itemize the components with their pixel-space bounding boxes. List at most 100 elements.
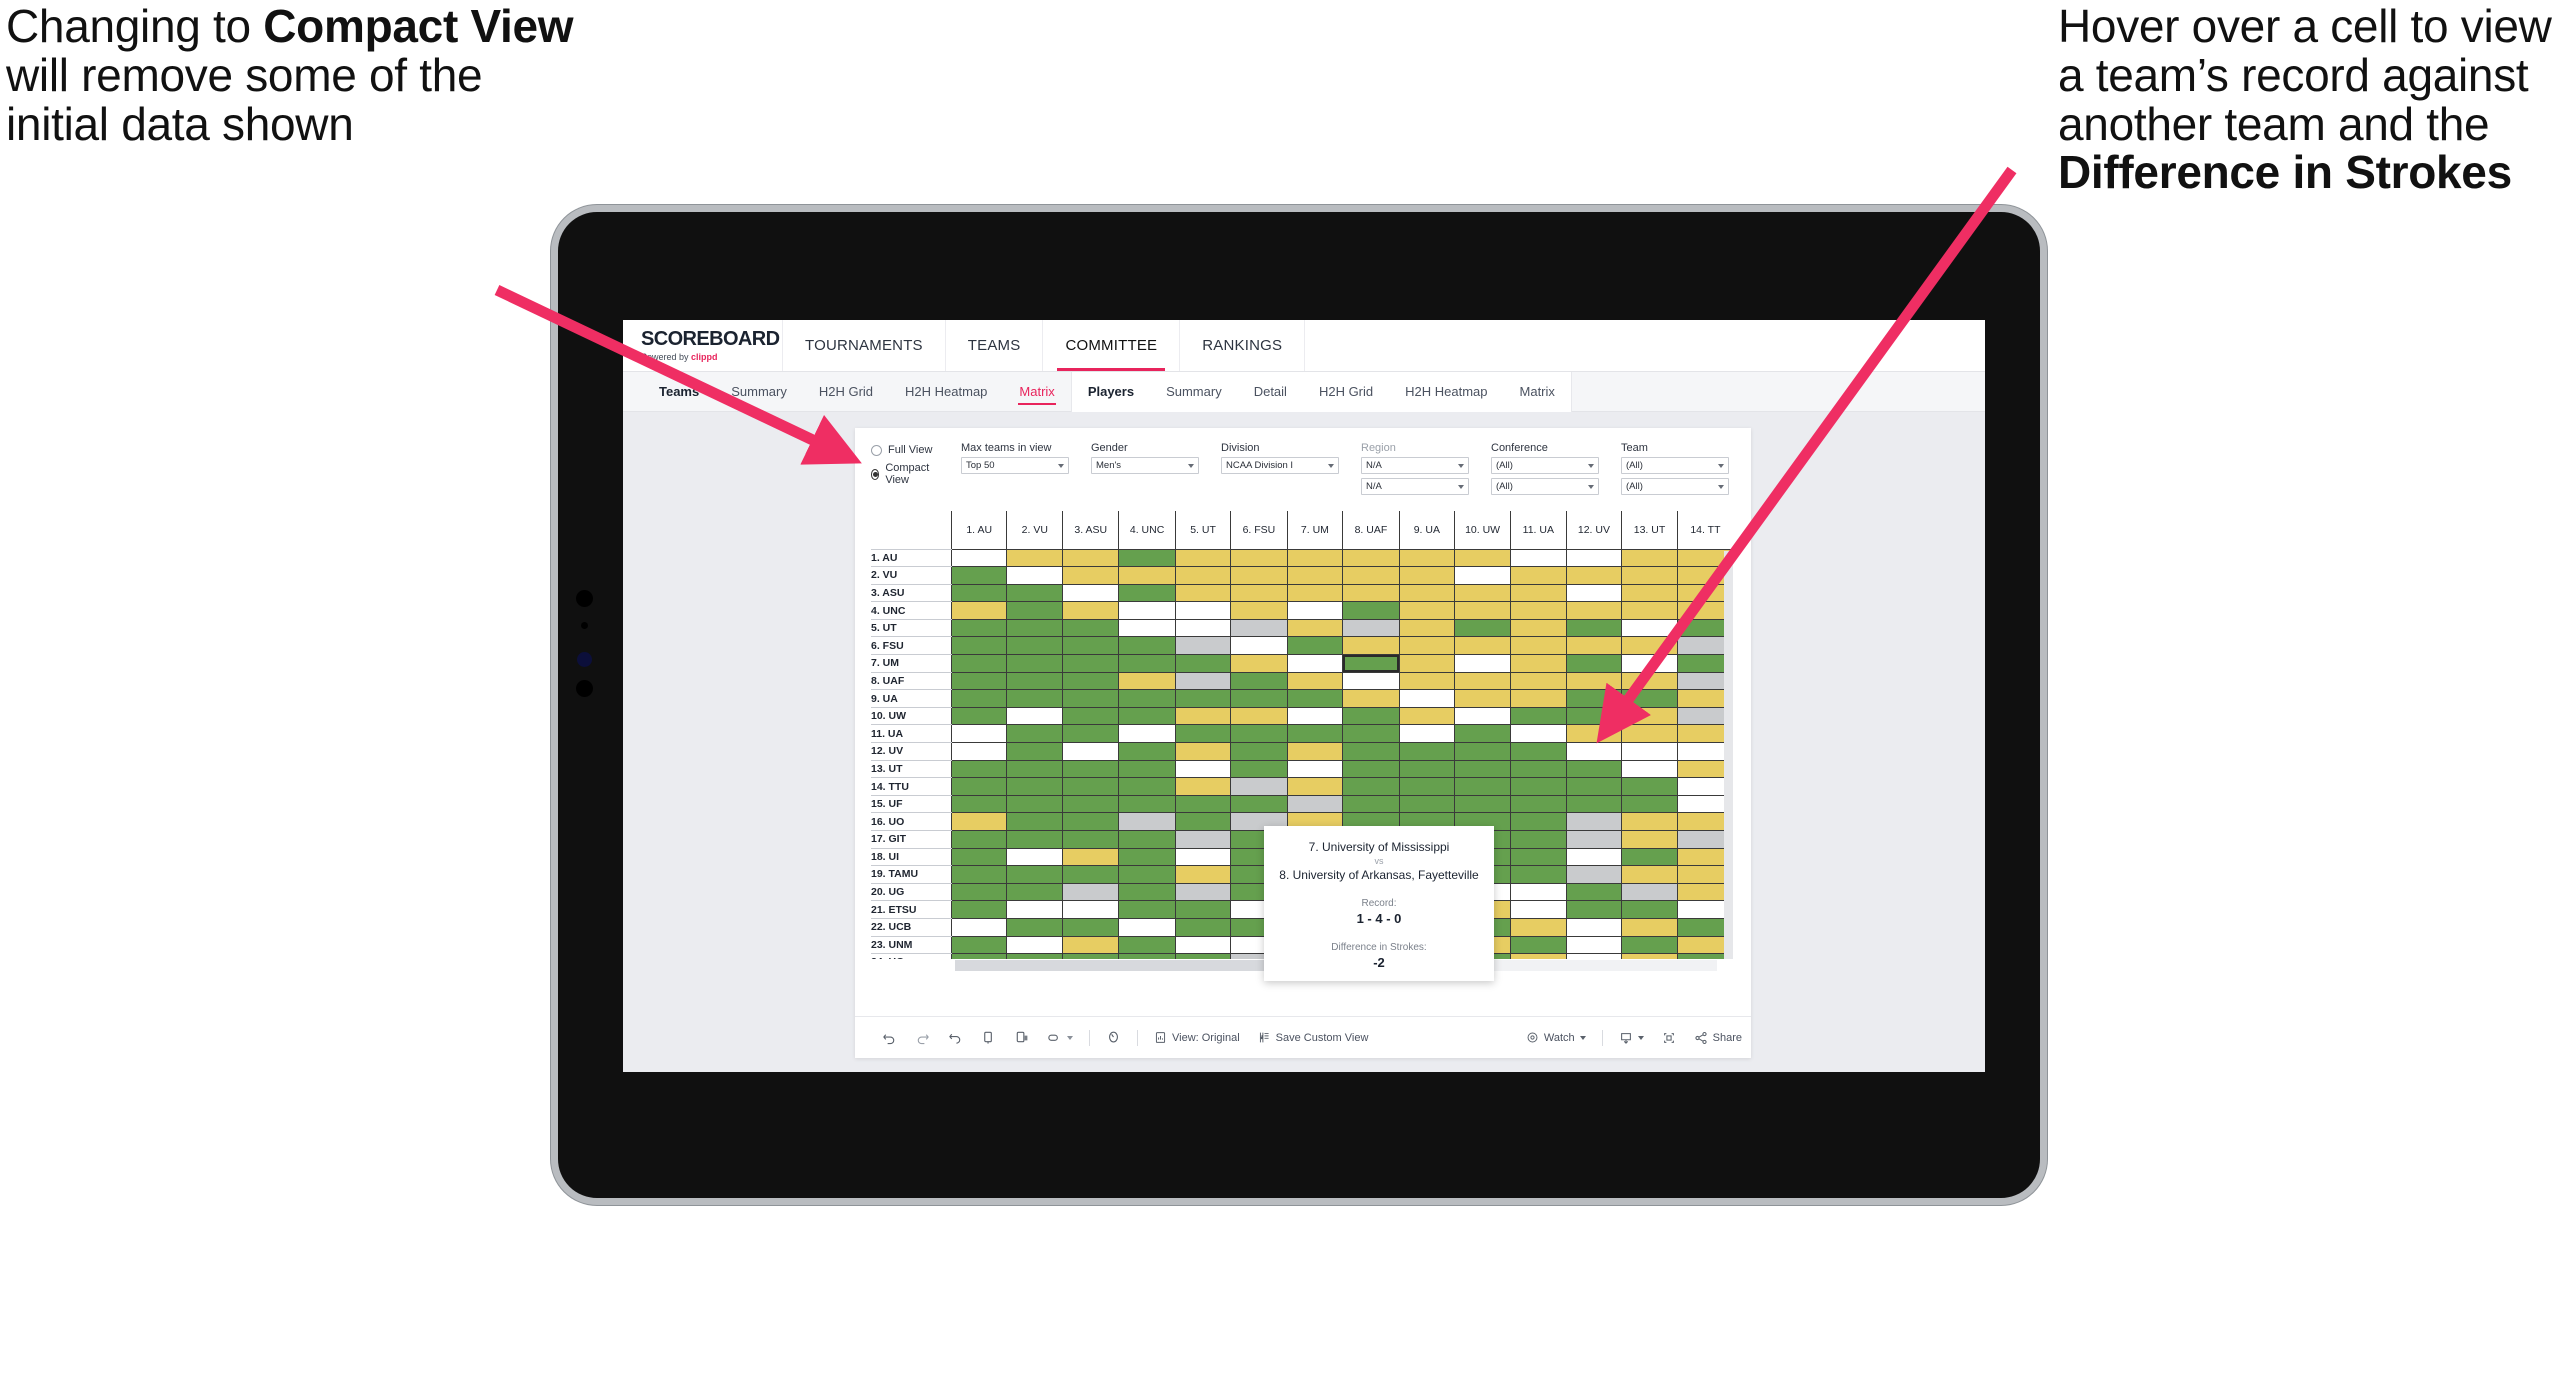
matrix-cell-r17-c12[interactable] <box>1565 830 1622 849</box>
matrix-cell-r19-c11[interactable] <box>1510 865 1567 884</box>
matrix-cell-r24-c12[interactable] <box>1565 953 1622 959</box>
matrix-cell-r2-c3[interactable] <box>1062 566 1119 585</box>
refresh-icon[interactable] <box>972 1030 1005 1045</box>
matrix-row-header-21[interactable]: 21. ETSU <box>871 900 952 919</box>
matrix-cell-r3-c2[interactable] <box>1006 583 1063 602</box>
matrix-cell-r3-c6[interactable] <box>1230 583 1288 602</box>
matrix-cell-r14-c3[interactable] <box>1062 777 1119 796</box>
matrix-cell-r1-c4[interactable] <box>1118 548 1176 567</box>
matrix-cell-r12-c9[interactable] <box>1398 742 1455 761</box>
topnav-item-teams[interactable]: TEAMS <box>946 320 1044 371</box>
matrix-cell-r21-c13[interactable] <box>1621 900 1678 919</box>
matrix-cell-r21-c5[interactable] <box>1174 900 1231 919</box>
filter-region-select-2[interactable]: N/A <box>1361 478 1469 495</box>
matrix-cell-r23-c1[interactable] <box>950 935 1007 954</box>
matrix-cell-r9-c9[interactable] <box>1398 689 1455 708</box>
matrix-cell-r13-c5[interactable] <box>1174 759 1231 778</box>
matrix-cell-r4-c1[interactable] <box>950 601 1007 620</box>
matrix-cell-r11-c6[interactable] <box>1230 724 1288 743</box>
matrix-row-header-1[interactable]: 1. AU <box>871 549 952 568</box>
matrix-cell-r2-c10[interactable] <box>1454 566 1511 585</box>
matrix-cell-r2-c2[interactable] <box>1006 566 1063 585</box>
matrix-cell-r12-c8[interactable] <box>1342 742 1400 761</box>
matrix-cell-r7-c9[interactable] <box>1398 654 1455 673</box>
matrix-cell-r5-c13[interactable] <box>1621 618 1678 637</box>
matrix-cell-r3-c3[interactable] <box>1062 583 1119 602</box>
matrix-cell-r22-c5[interactable] <box>1174 917 1231 937</box>
matrix-col-header-7[interactable]: 7. UM <box>1286 511 1343 549</box>
share-button[interactable]: Share <box>1685 1031 1751 1045</box>
matrix-row-header-9[interactable]: 9. UA <box>871 689 952 708</box>
matrix-cell-r23-c5[interactable] <box>1174 935 1231 954</box>
matrix-cell-r2-c9[interactable] <box>1398 566 1455 585</box>
matrix-cell-r8-c1[interactable] <box>950 671 1007 690</box>
matrix-cell-r12-c6[interactable] <box>1230 742 1288 761</box>
matrix-cell-r17-c13[interactable] <box>1621 830 1678 849</box>
matrix-cell-r14-c8[interactable] <box>1342 777 1400 796</box>
matrix-cell-r11-c4[interactable] <box>1118 724 1176 743</box>
matrix-cell-r14-c9[interactable] <box>1398 777 1455 796</box>
matrix-col-header-6[interactable]: 6. FSU <box>1230 511 1288 549</box>
matrix-row-header-16[interactable]: 16. UO <box>871 812 952 831</box>
matrix-cell-r4-c3[interactable] <box>1062 601 1119 620</box>
matrix-cell-r6-c9[interactable] <box>1398 636 1455 655</box>
matrix-cell-r18-c5[interactable] <box>1174 847 1231 866</box>
matrix-cell-r13-c11[interactable] <box>1510 759 1567 778</box>
matrix-cell-r10-c10[interactable] <box>1454 706 1511 725</box>
subnav-item-players-summary[interactable]: Summary <box>1150 372 1238 412</box>
matrix-cell-r11-c3[interactable] <box>1062 724 1119 743</box>
matrix-cell-r11-c13[interactable] <box>1621 724 1678 743</box>
filter-max-teams-select[interactable]: Top 50 <box>961 457 1069 474</box>
matrix-cell-r16-c12[interactable] <box>1565 812 1622 831</box>
subnav-item-teams-h2h-heatmap[interactable]: H2H Heatmap <box>889 372 1003 412</box>
matrix-cell-r2-c7[interactable] <box>1286 566 1343 585</box>
matrix-cell-r14-c7[interactable] <box>1286 777 1343 796</box>
matrix-cell-r7-c2[interactable] <box>1006 654 1063 673</box>
matrix-cell-r2-c13[interactable] <box>1621 566 1678 585</box>
matrix-cell-r4-c9[interactable] <box>1398 601 1455 620</box>
revert-icon[interactable] <box>939 1030 972 1045</box>
matrix-cell-r4-c10[interactable] <box>1454 601 1511 620</box>
undo-icon[interactable] <box>873 1030 906 1045</box>
matrix-cell-r3-c10[interactable] <box>1454 583 1511 602</box>
matrix-cell-r13-c1[interactable] <box>950 759 1007 778</box>
matrix-cell-r15-c13[interactable] <box>1621 794 1678 813</box>
matrix-cell-r4-c13[interactable] <box>1621 601 1678 620</box>
matrix-cell-r12-c12[interactable] <box>1565 742 1622 761</box>
matrix-cell-r20-c12[interactable] <box>1565 882 1622 901</box>
matrix-cell-r17-c5[interactable] <box>1174 830 1231 849</box>
matrix-cell-r24-c1[interactable] <box>950 953 1007 959</box>
matrix-cell-r14-c1[interactable] <box>950 777 1007 796</box>
matrix-cell-r13-c3[interactable] <box>1062 759 1119 778</box>
matrix-cell-r13-c12[interactable] <box>1565 759 1622 778</box>
matrix-col-header-10[interactable]: 10. UW <box>1454 511 1511 549</box>
subnav-item-teams-summary[interactable]: Summary <box>715 372 803 412</box>
matrix-cell-r7-c10[interactable] <box>1454 654 1511 673</box>
matrix-cell-r12-c2[interactable] <box>1006 742 1063 761</box>
matrix-col-header-12[interactable]: 12. UV <box>1565 511 1622 549</box>
matrix-cell-r8-c12[interactable] <box>1565 671 1622 690</box>
matrix-cell-r1-c6[interactable] <box>1230 548 1288 567</box>
shape-icon[interactable] <box>1038 1032 1082 1044</box>
brand-logo[interactable]: SCOREBOARD Powered by clippd <box>623 320 783 371</box>
matrix-cell-r18-c13[interactable] <box>1621 847 1678 866</box>
matrix-cell-r10-c1[interactable] <box>950 706 1007 725</box>
matrix-cell-r1-c9[interactable] <box>1398 548 1455 567</box>
matrix-cell-r17-c1[interactable] <box>950 830 1007 849</box>
matrix-cell-r24-c2[interactable] <box>1006 953 1063 959</box>
matrix-cell-r5-c11[interactable] <box>1510 618 1567 637</box>
matrix-cell-r8-c7[interactable] <box>1286 671 1343 690</box>
subnav-item-players-h2h-heatmap[interactable]: H2H Heatmap <box>1389 372 1503 412</box>
matrix-cell-r15-c11[interactable] <box>1510 794 1567 813</box>
matrix-row-header-4[interactable]: 4. UNC <box>871 601 952 620</box>
matrix-cell-r14-c5[interactable] <box>1174 777 1231 796</box>
matrix-cell-r17-c3[interactable] <box>1062 830 1119 849</box>
matrix-cell-r8-c9[interactable] <box>1398 671 1455 690</box>
matrix-cell-r3-c7[interactable] <box>1286 583 1343 602</box>
matrix-cell-r12-c13[interactable] <box>1621 742 1678 761</box>
matrix-row-header-7[interactable]: 7. UM <box>871 654 952 673</box>
matrix-cell-r3-c12[interactable] <box>1565 583 1622 602</box>
filter-division-select[interactable]: NCAA Division I <box>1221 457 1339 474</box>
matrix-cell-r3-c9[interactable] <box>1398 583 1455 602</box>
matrix-cell-r7-c5[interactable] <box>1174 654 1231 673</box>
